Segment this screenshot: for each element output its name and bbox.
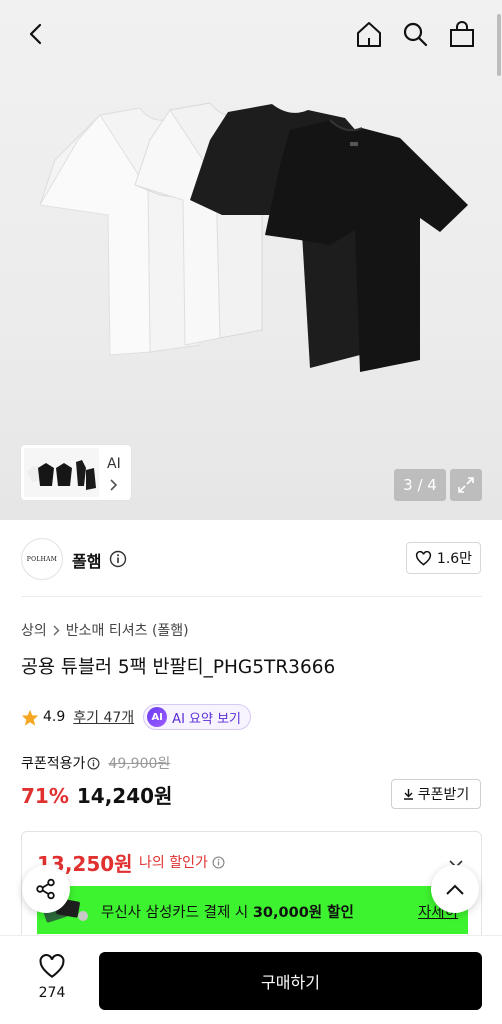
info-icon[interactable] [212, 856, 225, 869]
thumbnail-image [24, 448, 99, 497]
ai-summary-button[interactable]: AI AI 요약 보기 [143, 704, 252, 730]
chevron-right-icon [110, 476, 118, 495]
divider [21, 596, 482, 597]
star-icon [21, 709, 39, 726]
back-arrow-icon[interactable] [17, 14, 57, 54]
product-title: 공용 튜블러 5팩 반팔티_PHG5TR3666 [21, 657, 336, 678]
home-icon[interactable] [349, 14, 389, 54]
promo-text: 무신사 삼성카드 결제 시 30,000원 할인 [101, 901, 354, 922]
chevron-up-icon [446, 884, 464, 895]
original-price: 49,900원 [108, 756, 171, 772]
my-discount-price-card[interactable]: 13,250원 나의 할인가 무신사 삼성카드 결제 시 30,000원 할인 … [21, 831, 482, 951]
ai-summary-label: AI 요약 보기 [172, 711, 242, 727]
breadcrumb-subcategory[interactable]: 반소매 티셔츠 (폴햄) [66, 620, 189, 640]
brand-like-count: 1.6만 [436, 551, 473, 567]
scroll-to-top-button[interactable] [431, 865, 479, 913]
share-icon [36, 878, 55, 900]
coupon-price-label: 쿠폰적용가 [21, 756, 86, 772]
info-icon[interactable] [87, 757, 100, 770]
buy-button[interactable]: 구매하기 [99, 952, 482, 1010]
discount-rate: 71% [21, 784, 69, 808]
image-counter: 3 / 4 [394, 469, 446, 501]
coupon-price-label-row: 쿠폰적용가 49,900원 [21, 753, 170, 773]
breadcrumb-category[interactable]: 상의 [21, 620, 47, 640]
heart-icon [39, 954, 65, 979]
wishlist-button[interactable]: 274 [22, 954, 82, 1001]
rating-row: 4.9 후기 47개 AI AI 요약 보기 [21, 704, 252, 730]
top-navigation-bar [0, 0, 502, 70]
promo-text-amount: 30,000원 할인 [252, 905, 354, 921]
chevron-right-icon [53, 625, 60, 635]
wishlist-count: 274 [38, 985, 66, 1001]
sale-price: 14,240원 [76, 784, 173, 808]
review-link[interactable]: 후기 47개 [73, 707, 134, 727]
product-image-gallery[interactable]: AI 3 / 4 [0, 0, 502, 520]
breadcrumb: 상의 반소매 티셔츠 (폴햄) [21, 620, 189, 640]
brand-like-button[interactable]: 1.6만 [406, 542, 481, 574]
scroll-indicator [497, 14, 501, 76]
thumbnail-ai-label: AI [107, 456, 121, 472]
brand-row: POLHAM 폴햄 1.6만 [0, 520, 502, 596]
expand-icon[interactable] [450, 469, 482, 501]
heart-icon [415, 550, 431, 566]
shopping-bag-icon[interactable] [442, 14, 482, 54]
get-coupon-label: 쿠폰받기 [417, 787, 470, 803]
rating-score: 4.9 [43, 709, 66, 725]
info-icon[interactable] [109, 550, 127, 572]
card-promo-banner[interactable]: 무신사 삼성카드 결제 시 30,000원 할인 자세히 [37, 886, 468, 934]
download-icon [403, 789, 413, 800]
search-icon[interactable] [395, 14, 435, 54]
share-button[interactable] [22, 865, 70, 913]
brand-logo[interactable]: POLHAM [21, 538, 63, 580]
promo-text-prefix: 무신사 삼성카드 결제 시 [101, 905, 253, 921]
my-discount-label: 나의 할인가 [139, 852, 225, 872]
bottom-action-bar: 274 구매하기 [0, 935, 502, 1024]
get-coupon-button[interactable]: 쿠폰받기 [391, 779, 481, 809]
brand-name[interactable]: 폴햄 [72, 548, 101, 572]
my-discount-label-text: 나의 할인가 [139, 855, 208, 871]
ai-thumbnail-card[interactable]: AI [21, 445, 131, 500]
price-row: 71% 14,240원 [21, 780, 172, 809]
ai-badge-icon: AI [147, 707, 168, 727]
